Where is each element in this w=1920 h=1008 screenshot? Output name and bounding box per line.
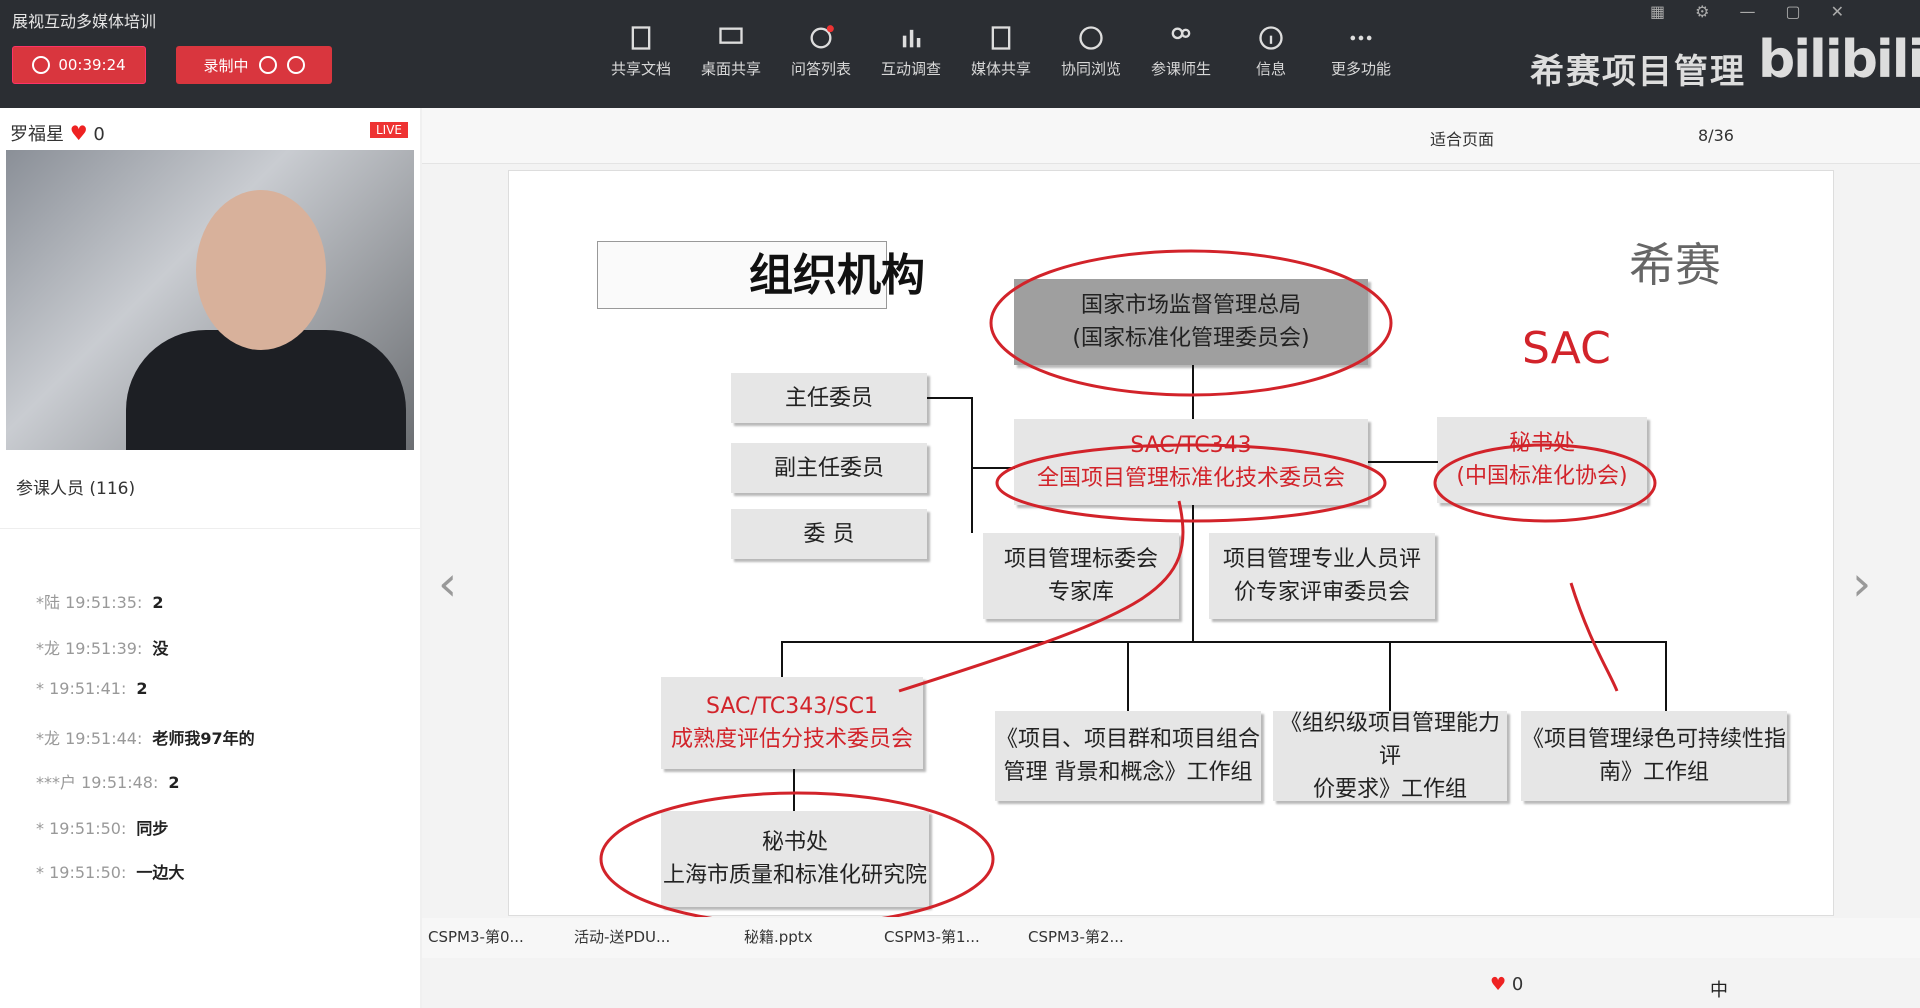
list-item: * 19:51:50: 同步 — [36, 819, 169, 838]
heart-icon[interactable]: ♥ — [70, 121, 88, 145]
more-icon — [1350, 35, 1372, 41]
maximize-icon[interactable]: ▢ — [1785, 2, 1800, 21]
main-toolbar: 共享文档 桌面共享 问答列表 互动调查 媒体共享 协同浏览 参课师生 信息 更多… — [600, 18, 1402, 79]
recording-label: 录制中 — [203, 56, 249, 75]
pause-record-icon[interactable] — [258, 56, 277, 74]
bilibili-logo: bilibili — [1758, 30, 1920, 90]
tool-co-browse[interactable]: 协同浏览 — [1050, 18, 1132, 79]
tool-survey[interactable]: 互动调查 — [870, 18, 952, 79]
tool-info[interactable]: 信息 — [1230, 18, 1312, 79]
chat-bubble-icon — [810, 25, 834, 49]
doc-tab[interactable]: 活动-送PDU... — [574, 926, 670, 947]
film-icon — [991, 26, 1011, 50]
doc-toolbar: 适合页面 8/36 — [422, 108, 1920, 164]
ime-indicator[interactable]: 中 — [1710, 976, 1728, 1002]
status-likes: ♥ 0 — [1490, 974, 1524, 995]
document-icon — [631, 26, 651, 50]
presenter-info: 罗福星 ♥ 0 — [10, 120, 105, 146]
tool-media-share[interactable]: 媒体共享 — [960, 18, 1042, 79]
doc-tab[interactable]: 秘籍.pptx — [744, 926, 813, 947]
minimize-icon[interactable]: — — [1739, 2, 1755, 21]
timer-text: 00:39:24 — [58, 56, 126, 74]
live-badge: LIVE — [370, 122, 409, 138]
users-icon — [1171, 27, 1191, 40]
left-pane: 罗福星 ♥ 0 LIVE 参课人员 (116) *陆 19:51:35: 2 *龙… — [0, 108, 420, 1008]
info-icon — [1259, 26, 1283, 50]
prev-page-arrow[interactable]: ‹ — [438, 556, 457, 612]
tool-more[interactable]: 更多功能 — [1320, 18, 1402, 79]
compass-icon — [1079, 26, 1103, 50]
list-item: * 19:51:41: 2 — [36, 679, 148, 698]
chat-list: *陆 19:51:35: 2 *龙 19:51:39: 没 * 19:51:41: 2… — [0, 528, 420, 998]
tool-participants[interactable]: 参课师生 — [1140, 18, 1222, 79]
tool-desktop-share[interactable]: 桌面共享 — [690, 18, 772, 79]
heart-icon[interactable]: ♥ — [1490, 974, 1506, 995]
grid-icon[interactable]: ▦ — [1650, 2, 1665, 21]
list-item: *龙 19:51:44: 老师我97年的 — [36, 729, 255, 748]
stop-record-icon[interactable] — [286, 56, 305, 74]
top-bar: 展视互动多媒体培训 00:39:24 录制中 共享文档 桌面共享 问答列表 互动… — [0, 0, 1920, 108]
recording-button[interactable]: 录制中 — [176, 46, 332, 84]
pause-icon — [32, 56, 51, 74]
monitor-icon — [719, 27, 743, 44]
slide: 组织机构 希赛 国家市场监督管理总局 (国家标准化管理委员会) SAC 主任委员… — [508, 170, 1834, 917]
tool-qa-list[interactable]: 问答列表 — [780, 18, 862, 79]
like-count: 0 — [93, 124, 105, 145]
handwritten-annotations — [599, 249, 1657, 917]
doc-tab[interactable]: CSPM3-第2... — [1028, 926, 1124, 947]
brand-text: 希赛项目管理 — [1530, 52, 1746, 92]
document-tabs: CSPM3-第0... 活动-送PDU... 秘籍.pptx CSPM3-第1.… — [422, 918, 1920, 958]
presenter-name: 罗福星 — [10, 124, 64, 145]
next-page-arrow[interactable]: › — [1852, 556, 1871, 612]
close-icon[interactable]: ✕ — [1831, 2, 1844, 21]
list-item: * 19:51:50: 一边大 — [36, 863, 185, 882]
fit-page-select[interactable]: 适合页面 — [1430, 126, 1494, 150]
list-item: *陆 19:51:35: 2 — [36, 593, 164, 612]
timer-button[interactable]: 00:39:24 — [12, 46, 146, 84]
list-item: ***户 19:51:48: 2 — [36, 773, 180, 792]
doc-tab[interactable]: CSPM3-第1... — [884, 926, 980, 947]
tool-share-doc[interactable]: 共享文档 — [600, 18, 682, 79]
doc-tab[interactable]: CSPM3-第0... — [428, 926, 524, 947]
presenter-video — [6, 150, 414, 450]
settings-icon[interactable]: ⚙ — [1695, 2, 1709, 21]
bar-chart-icon — [902, 29, 921, 48]
list-item: *龙 19:51:39: 没 — [36, 639, 169, 658]
app-title: 展视互动多媒体培训 — [12, 12, 157, 31]
attendees-count[interactable]: 参课人员 (116) — [16, 474, 135, 499]
page-indicator[interactable]: 8/36 — [1698, 126, 1734, 145]
window-controls: ▦ ⚙ — ▢ ✕ — [1650, 2, 1844, 21]
